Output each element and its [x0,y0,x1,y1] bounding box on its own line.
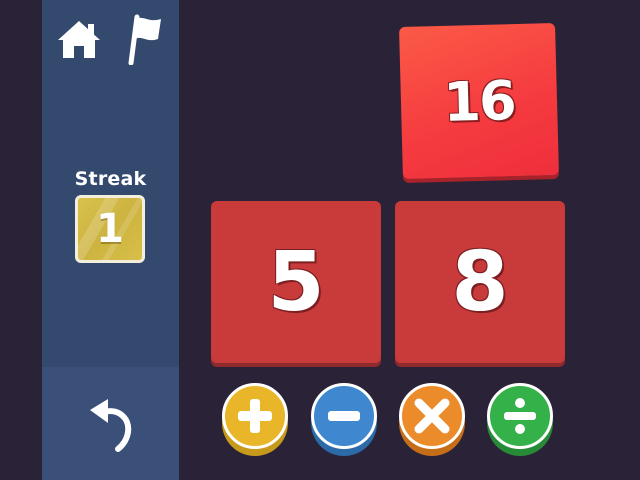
minus-button[interactable] [311,383,377,449]
number-value: 8 [451,234,509,330]
target-value: 16 [442,68,516,134]
undo-icon [90,399,132,452]
home-button[interactable] [54,14,104,64]
flag-button[interactable] [122,12,168,66]
number-tile[interactable]: 5 [211,201,381,363]
divide-icon [504,398,536,434]
plus-button[interactable] [222,383,288,449]
number-tile[interactable]: 8 [395,201,565,363]
sidebar-bottom-panel [42,367,179,480]
times-button[interactable] [399,383,465,449]
streak-badge: 1 [75,195,145,263]
number-value: 5 [267,234,325,330]
divide-button[interactable] [487,383,553,449]
minus-icon [328,411,360,421]
home-icon [58,21,100,58]
game-screen: Streak 1 16 5 8 [0,0,640,480]
target-tile: 16 [399,22,559,180]
sidebar: Streak 1 [42,0,179,480]
plus-icon [238,399,272,433]
flag-icon [128,14,161,65]
undo-button[interactable] [82,394,140,454]
streak-value: 1 [96,206,124,252]
streak-label: Streak [74,168,147,190]
times-icon [414,398,450,434]
